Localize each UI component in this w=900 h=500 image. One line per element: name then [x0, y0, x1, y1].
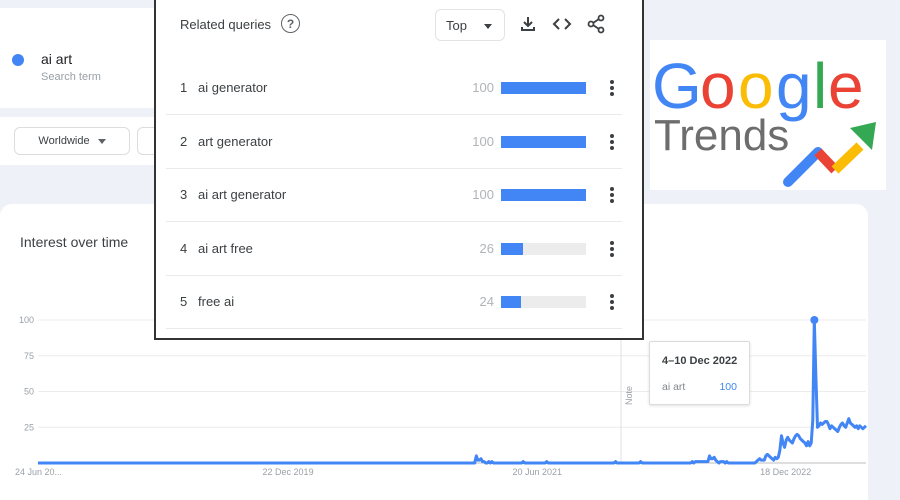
query-text[interactable]: ai art generator — [198, 187, 286, 202]
related-query-row[interactable]: 1 ai generator 100 — [166, 61, 622, 115]
chevron-down-icon — [97, 138, 106, 144]
sort-select-value: Top — [446, 17, 467, 33]
x-tick-label: 18 Dec 2022 — [760, 467, 811, 477]
related-query-row[interactable]: 2 art generator 100 — [166, 115, 622, 169]
query-value-bar-fill — [501, 242, 524, 255]
google-trends-logo: G o o g l e Trends — [650, 40, 886, 190]
query-value: 100 — [472, 187, 494, 202]
query-rank: 4 — [180, 240, 188, 256]
query-value: 100 — [472, 133, 494, 149]
query-text[interactable]: free ai — [198, 294, 234, 309]
query-rank: 3 — [180, 187, 188, 202]
related-query-row[interactable]: 4 ai art free 26 — [166, 222, 622, 276]
y-tick-label: 100 — [19, 315, 34, 325]
share-icon[interactable] — [586, 14, 606, 34]
term-color-dot — [12, 54, 24, 66]
query-text[interactable]: ai art free — [198, 241, 253, 256]
query-value: 24 — [479, 294, 494, 309]
y-tick-label: 75 — [24, 351, 34, 361]
note-label[interactable]: Note — [624, 386, 634, 405]
background-strip — [868, 286, 900, 500]
chart-tooltip: 4–10 Dec 2022 ai art 100 — [649, 341, 750, 405]
query-value-bar — [501, 82, 586, 94]
query-value-bar-fill — [501, 82, 586, 94]
more-options-icon[interactable] — [609, 240, 615, 258]
query-value: 26 — [479, 240, 494, 256]
y-tick-label: 25 — [24, 422, 34, 432]
query-rank: 1 — [180, 80, 188, 95]
x-tick-label: 20 Jun 2021 — [513, 467, 563, 477]
query-rank: 5 — [180, 294, 188, 309]
related-queries-panel: Related queries ? Top 1 ai generator 100 2 a… — [154, 0, 644, 340]
tooltip-value: 100 — [719, 381, 737, 393]
filter-bar: Worldwide — [0, 117, 197, 165]
sort-select[interactable]: Top — [435, 9, 505, 41]
query-text[interactable]: ai generator — [198, 80, 267, 95]
query-value-bar-fill — [501, 296, 522, 308]
y-tick-label: 50 — [24, 387, 34, 397]
tooltip-term: ai art — [662, 381, 686, 393]
svg-text:l: l — [813, 50, 827, 122]
x-tick-label: 24 Jun 20... — [15, 467, 62, 477]
x-tick-label: 22 Dec 2019 — [263, 467, 314, 477]
chevron-down-icon — [484, 24, 492, 29]
more-options-icon[interactable] — [609, 186, 615, 204]
search-term-subtitle: Search term — [41, 71, 101, 83]
highlighted-data-point[interactable] — [810, 316, 819, 324]
help-circle-icon[interactable]: ? — [281, 14, 300, 33]
more-options-icon[interactable] — [609, 293, 615, 311]
query-text[interactable]: art generator — [198, 134, 272, 149]
related-query-row[interactable]: 3 ai art generator 100 — [166, 168, 622, 222]
query-value-bar — [501, 296, 586, 308]
search-term-card[interactable]: ai art Search term — [0, 8, 175, 108]
embed-code-icon[interactable] — [552, 14, 572, 34]
query-value-bar-fill — [501, 135, 586, 148]
chart-title: Interest over time — [20, 234, 129, 250]
svg-text:e: e — [828, 50, 864, 122]
query-value-bar — [501, 135, 586, 148]
region-filter-label: Worldwide — [38, 135, 90, 147]
region-filter-button[interactable]: Worldwide — [14, 127, 130, 155]
more-options-icon[interactable] — [609, 79, 615, 97]
trends-wordmark: Trends — [654, 111, 789, 160]
query-value: 100 — [472, 80, 494, 95]
more-options-icon[interactable] — [609, 133, 615, 151]
related-query-row[interactable]: 5 free ai 24 — [166, 275, 622, 329]
tooltip-date: 4–10 Dec 2022 — [662, 355, 738, 367]
query-value-bar — [501, 189, 586, 201]
trend-arrow-icon — [783, 122, 876, 187]
related-queries-title: Related queries — [180, 17, 272, 32]
query-rank: 2 — [180, 133, 188, 149]
download-icon[interactable] — [518, 14, 538, 34]
query-value-bar-fill — [501, 189, 586, 201]
search-term-name[interactable]: ai art — [41, 51, 72, 67]
query-value-bar — [501, 242, 586, 255]
